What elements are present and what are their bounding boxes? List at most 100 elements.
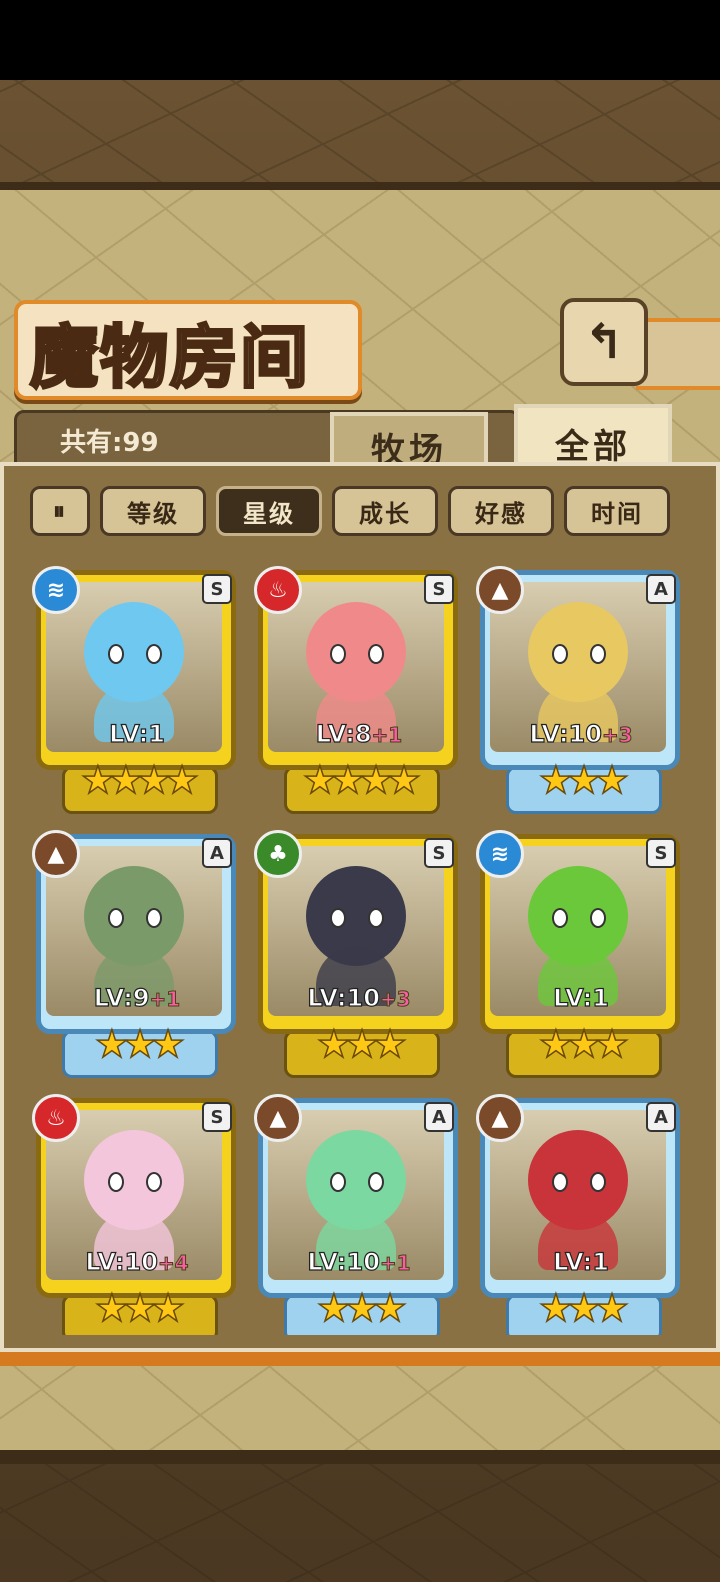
fire-element-icon: ♨ — [32, 1094, 80, 1142]
sort-affection-button[interactable]: 好感 — [448, 486, 554, 536]
rank-badge: A — [202, 838, 232, 868]
level-text: LV:1 — [553, 983, 610, 1012]
back-button[interactable]: ↰ — [560, 298, 648, 386]
monster-card[interactable]: S ♣ LV:10+3 ★★★ — [254, 824, 464, 1082]
monster-eye — [552, 908, 568, 928]
level-bonus: +4 — [157, 1251, 189, 1276]
sort-time-label: 时间 — [591, 499, 643, 528]
monster-card[interactable]: A ▲ LV:10+1 ★★★ — [254, 1088, 464, 1335]
monster-card[interactable]: S ♨ LV:10+4 ★★★ — [32, 1088, 242, 1335]
monster-eye — [590, 908, 606, 928]
level-label: LV:9+1 — [32, 983, 242, 1012]
level-text: LV:1 — [109, 719, 166, 748]
monster-eye — [552, 1172, 568, 1192]
star-rating: ★★★ — [316, 1021, 408, 1067]
monster-eye — [108, 1172, 124, 1192]
rank-badge: S — [424, 838, 454, 868]
fire-element-icon: ♨ — [254, 566, 302, 614]
level-bonus: +3 — [379, 987, 411, 1012]
level-text: LV:10 — [307, 983, 381, 1012]
level-bonus: +1 — [149, 987, 181, 1012]
sort-affection-label: 好感 — [475, 499, 527, 528]
water-element-icon: ≋ — [32, 566, 80, 614]
level-text: LV:10 — [85, 1247, 159, 1276]
star-rating: ★★★ — [316, 1285, 408, 1331]
status-bar — [0, 0, 720, 80]
level-text: LV:8 — [315, 719, 372, 748]
monster-eye — [368, 908, 384, 928]
sort-time-button[interactable]: 时间 — [564, 486, 670, 536]
monster-eye — [146, 908, 162, 928]
monster-grid: S ≋ LV:1 ★★★★ S ♨ LV:8+1 ★★★★ A ▲ LV:10+3 ★★★ A ▲ LV:9… — [32, 560, 692, 1335]
sort-star-button[interactable]: 星级 — [216, 486, 322, 536]
sort-level-button[interactable]: 等级 — [100, 486, 206, 536]
sort-growth-label: 成长 — [359, 499, 411, 528]
level-label: LV:1 — [32, 719, 242, 748]
monster-eye — [108, 908, 124, 928]
rank-badge: S — [424, 574, 454, 604]
level-bonus: +3 — [601, 723, 633, 748]
monster-card[interactable]: A ▲ LV:1 ★★★ — [476, 1088, 686, 1335]
monster-eye — [552, 644, 568, 664]
earth-element-icon: ▲ — [254, 1094, 302, 1142]
star-rating: ★★★ — [94, 1021, 186, 1067]
monster-count: 共有:99 — [60, 428, 159, 458]
monster-eye — [368, 644, 384, 664]
level-label: LV:10+3 — [254, 983, 464, 1012]
monster-eye — [330, 908, 346, 928]
level-bonus: +1 — [379, 1251, 411, 1276]
level-label: LV:1 — [476, 1247, 686, 1276]
star-rating: ★★★ — [538, 1285, 630, 1331]
rank-badge: S — [646, 838, 676, 868]
monster-eye — [368, 1172, 384, 1192]
wood-element-icon: ♣ — [254, 830, 302, 878]
star-rating: ★★★★ — [302, 757, 422, 803]
sort-toggle-button[interactable]: ⏸ — [30, 486, 90, 536]
rank-badge: A — [424, 1102, 454, 1132]
star-rating: ★★★★ — [80, 757, 200, 803]
star-rating: ★★★ — [538, 757, 630, 803]
monster-eye — [590, 644, 606, 664]
monster-card[interactable]: S ≋ LV:1 ★★★★ — [32, 560, 242, 818]
back-arrow-icon: ↰ — [583, 314, 625, 370]
monster-eye — [146, 1172, 162, 1192]
level-text: LV:10 — [307, 1247, 381, 1276]
sort-growth-button[interactable]: 成长 — [332, 486, 438, 536]
monster-card[interactable]: S ♨ LV:8+1 ★★★★ — [254, 560, 464, 818]
pause-sort-icon: ⏸ — [53, 497, 67, 525]
earth-element-icon: ▲ — [476, 1094, 524, 1142]
monster-card[interactable]: A ▲ LV:10+3 ★★★ — [476, 560, 686, 818]
back-rail — [636, 318, 720, 390]
rank-badge: S — [202, 574, 232, 604]
sort-level-label: 等级 — [127, 499, 179, 528]
level-bonus: +1 — [371, 723, 403, 748]
monster-eye — [108, 644, 124, 664]
page-title: 魔物房间 — [28, 317, 311, 400]
level-text: LV:9 — [93, 983, 150, 1012]
bottom-rail — [0, 1352, 720, 1366]
rank-badge: S — [202, 1102, 232, 1132]
bottom-divider — [0, 1450, 720, 1464]
rank-badge: A — [646, 574, 676, 604]
earth-element-icon: ▲ — [476, 566, 524, 614]
tab-all-label: 全部 — [555, 426, 631, 467]
monster-card[interactable]: S ≋ LV:1 ★★★ — [476, 824, 686, 1082]
rank-badge: A — [646, 1102, 676, 1132]
level-text: LV:1 — [553, 1247, 610, 1276]
level-label: LV:1 — [476, 983, 686, 1012]
level-text: LV:10 — [529, 719, 603, 748]
level-label: LV:10+1 — [254, 1247, 464, 1276]
level-label: LV:10+4 — [32, 1247, 242, 1276]
monster-eye — [330, 1172, 346, 1192]
earth-element-icon: ▲ — [32, 830, 80, 878]
level-label: LV:8+1 — [254, 719, 464, 748]
monster-eye — [330, 644, 346, 664]
sort-star-label: 星级 — [243, 499, 295, 528]
star-rating: ★★★ — [538, 1021, 630, 1067]
monster-eye — [146, 644, 162, 664]
star-rating: ★★★ — [94, 1285, 186, 1331]
water-element-icon: ≋ — [476, 830, 524, 878]
monster-eye — [590, 1172, 606, 1192]
monster-card[interactable]: A ▲ LV:9+1 ★★★ — [32, 824, 242, 1082]
level-label: LV:10+3 — [476, 719, 686, 748]
